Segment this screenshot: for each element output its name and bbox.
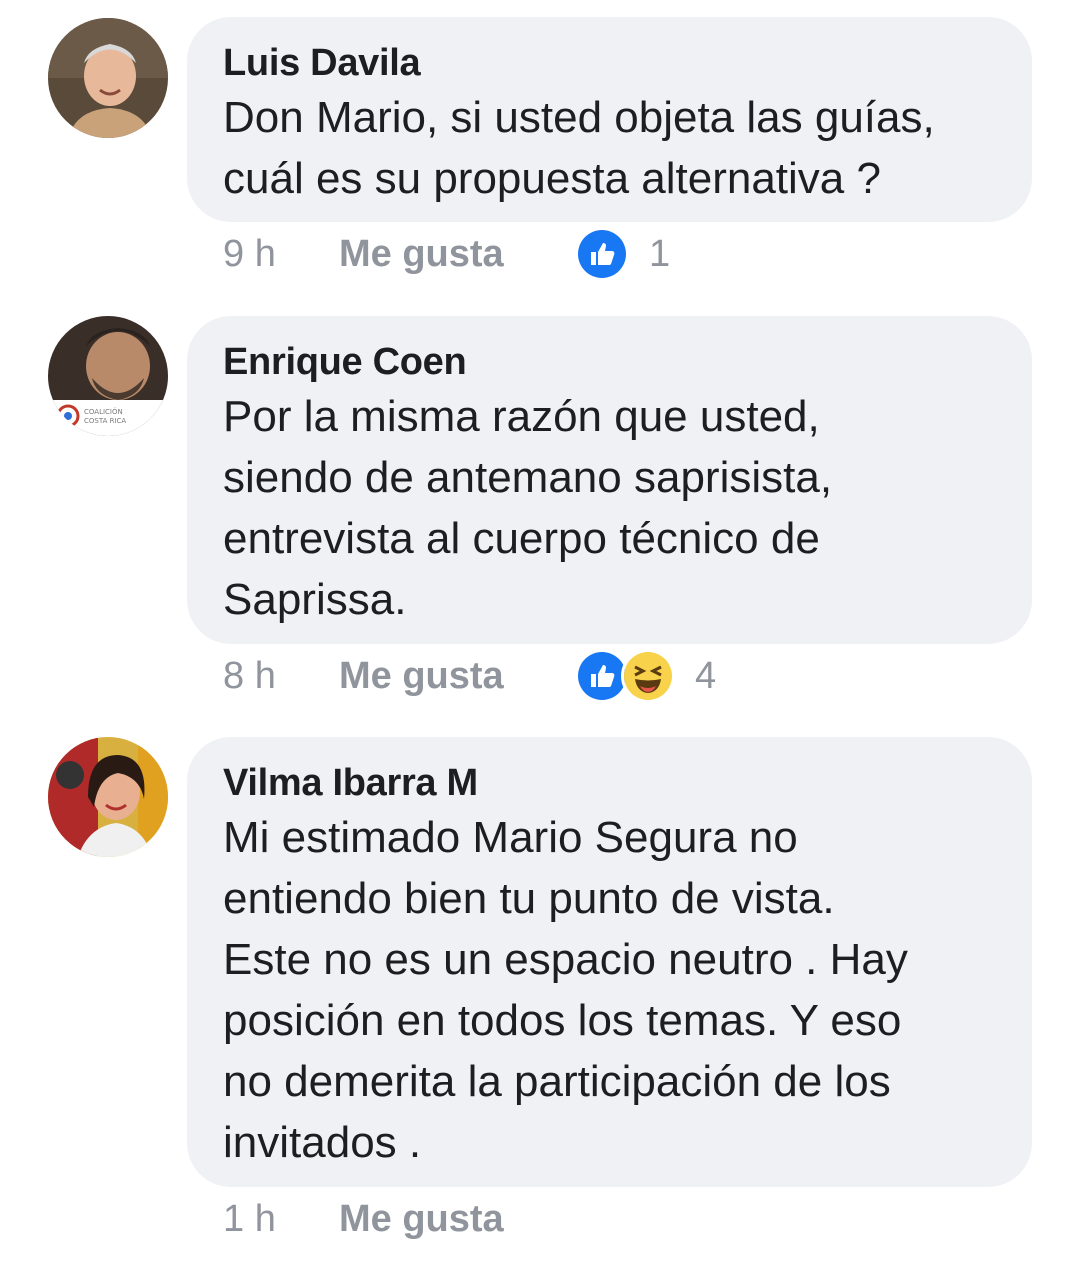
comment-author[interactable]: Enrique Coen [223,340,1002,384]
like-reaction-icon [575,227,629,281]
comment-bubble: Vilma Ibarra M Mi estimado Mario Segura … [187,737,1032,1187]
profile-photo-icon [48,737,168,857]
comment-text: Por la misma razón que usted, siendo de … [223,392,833,624]
comment-actions: 9 h Me gusta 1 [223,224,670,284]
like-button[interactable]: Me gusta [339,233,575,276]
reaction-summary[interactable]: 4 [575,649,716,703]
comment-timestamp[interactable]: 8 h [223,655,339,698]
comment-bubble: Enrique Coen Por la misma razón que uste… [187,316,1032,644]
reaction-count: 4 [695,654,717,697]
reaction-count: 1 [649,232,671,275]
avatar[interactable] [48,18,168,138]
comment-actions: 1 h Me gusta [223,1189,575,1249]
like-button[interactable]: Me gusta [339,1198,575,1241]
comment-bubble: Luis Davila Don Mario, si usted objeta l… [187,17,1032,222]
profile-photo-icon: COALICIÓN COSTA RICA [48,316,168,436]
profile-photo-icon [48,18,168,138]
svg-text:COSTA RICA: COSTA RICA [84,417,126,425]
comment-actions: 8 h Me gusta 4 [223,646,716,706]
svg-text:COALICIÓN: COALICIÓN [84,407,123,416]
avatar[interactable]: COALICIÓN COSTA RICA [48,316,168,436]
comment-author[interactable]: Luis Davila [223,41,1002,85]
haha-reaction-icon [621,649,675,703]
comment-text: Mi estimado Mario Segura no entiendo bie… [223,813,908,1167]
comment-timestamp[interactable]: 1 h [223,1198,339,1241]
reaction-summary[interactable]: 1 [575,227,670,281]
avatar[interactable] [48,737,168,857]
comment-timestamp[interactable]: 9 h [223,233,339,276]
comment-text: Don Mario, si usted objeta las guías, cu… [223,93,935,203]
comment-author[interactable]: Vilma Ibarra M [223,761,1002,805]
like-button[interactable]: Me gusta [339,655,575,698]
